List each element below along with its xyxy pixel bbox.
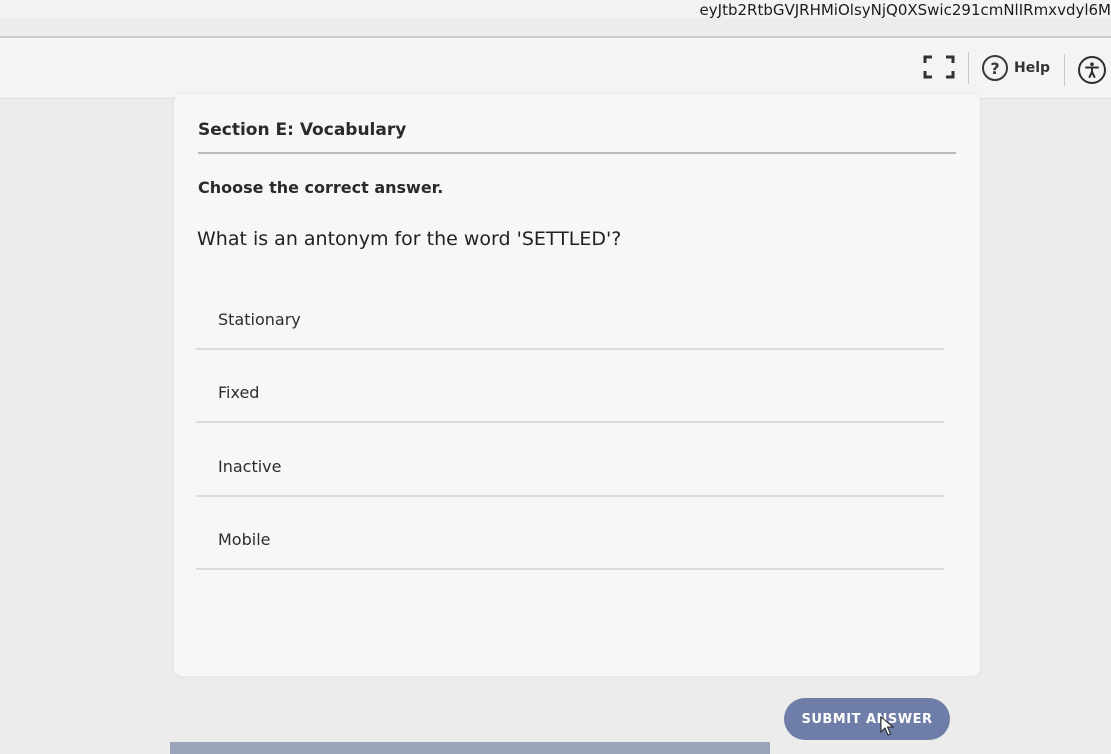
answer-option[interactable]: Fixed [196,371,944,423]
toolbar-divider [1064,54,1065,86]
answer-option-label: Inactive [218,457,282,476]
url-text: eyJtb2RtbGVJRHMiOlsyNjQ0XSwic291cmNlIRmx… [699,1,1111,19]
mouse-cursor-icon [880,715,896,736]
accessibility-icon[interactable] [1078,56,1106,84]
browser-url-bar[interactable]: eyJtb2RtbGVJRHMiOlsyNjQ0XSwic291cmNlIRmx… [0,0,1111,19]
toolbar-divider [968,52,969,84]
section-title: Section E: Vocabulary [198,120,407,140]
answer-option-label: Mobile [218,530,271,549]
bottom-bar [170,742,770,754]
answer-option[interactable]: Mobile [196,518,944,570]
answer-option[interactable]: Inactive [196,445,944,497]
help-button[interactable]: ? Help [982,54,1050,82]
instruction-text: Choose the correct answer. [198,178,444,197]
question-text: What is an antonym for the word 'SETTLED… [197,228,622,250]
answer-option-label: Fixed [218,383,260,402]
answer-option-label: Stationary [218,310,301,329]
help-label: Help [1014,60,1051,76]
submit-answer-button[interactable]: SUBMIT ANSWER [784,698,950,740]
fullscreen-icon[interactable] [922,54,956,80]
help-icon: ? [982,55,1008,81]
section-divider [198,152,956,154]
answer-option[interactable]: Stationary [196,298,944,350]
